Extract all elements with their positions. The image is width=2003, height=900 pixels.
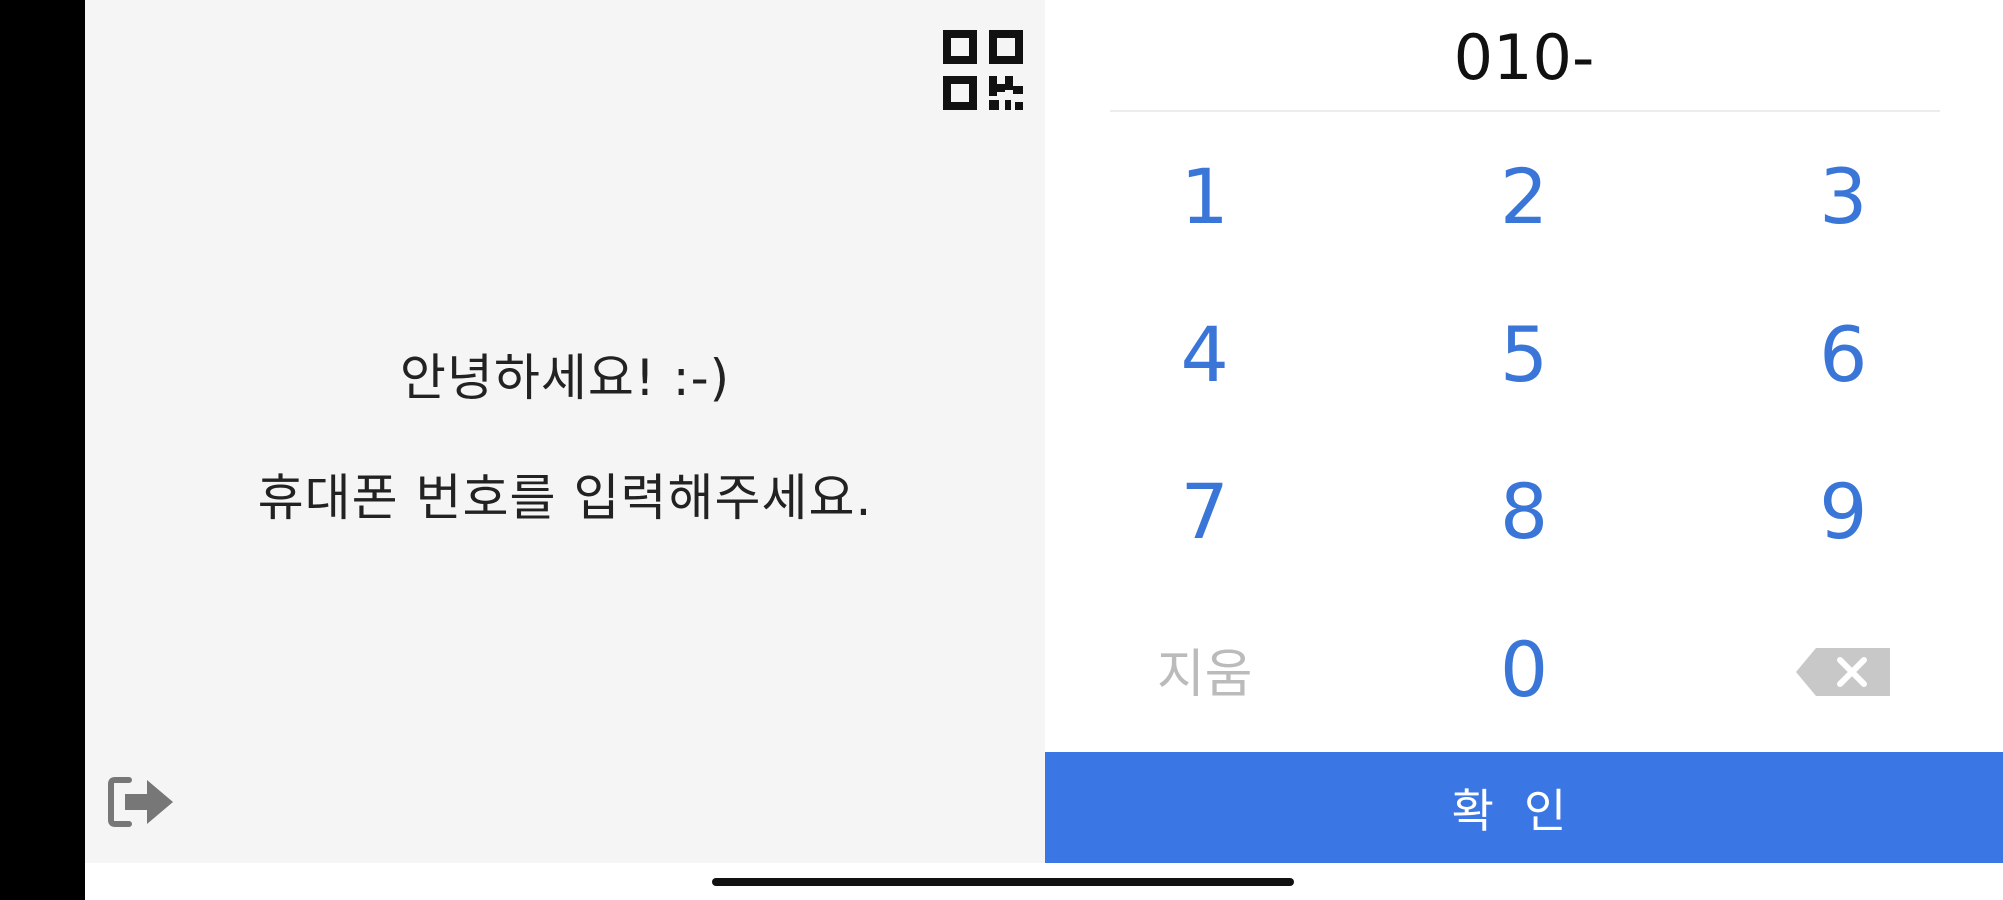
phone-number-display: 010- <box>1453 21 1595 94</box>
key-9[interactable]: 9 <box>1684 433 2003 591</box>
key-8[interactable]: 8 <box>1364 433 1683 591</box>
confirm-button[interactable]: 확인 <box>1045 752 2003 863</box>
logout-icon[interactable] <box>107 776 177 828</box>
home-indicator[interactable] <box>712 878 1294 886</box>
device-bezel <box>0 0 85 900</box>
numeric-keypad: 1 2 3 4 5 6 7 8 9 지움 0 <box>1045 118 2003 748</box>
qr-code-icon[interactable] <box>941 28 1025 112</box>
key-2[interactable]: 2 <box>1364 118 1683 276</box>
instruction-text: 휴대폰 번호를 입력해주세요. <box>257 469 873 527</box>
key-4[interactable]: 4 <box>1045 276 1364 434</box>
key-1[interactable]: 1 <box>1045 118 1364 276</box>
backspace-icon <box>1796 625 1891 714</box>
key-3[interactable]: 3 <box>1684 118 2003 276</box>
key-6[interactable]: 6 <box>1684 276 2003 434</box>
greeting-panel: 안녕하세요! :-) 휴대폰 번호를 입력해주세요. <box>85 0 1045 863</box>
clear-button[interactable]: 지움 <box>1045 591 1364 749</box>
key-0[interactable]: 0 <box>1364 591 1683 749</box>
divider <box>1110 110 1940 112</box>
key-7[interactable]: 7 <box>1045 433 1364 591</box>
screen: 안녕하세요! :-) 휴대폰 번호를 입력해주세요. 010- 1 2 3 4 … <box>0 0 2003 900</box>
key-5[interactable]: 5 <box>1364 276 1683 434</box>
keypad-panel: 010- 1 2 3 4 5 6 7 8 9 지움 0 확인 <box>1045 0 2003 863</box>
backspace-button[interactable] <box>1684 591 2003 749</box>
greeting-text: 안녕하세요! :-) <box>399 349 731 407</box>
